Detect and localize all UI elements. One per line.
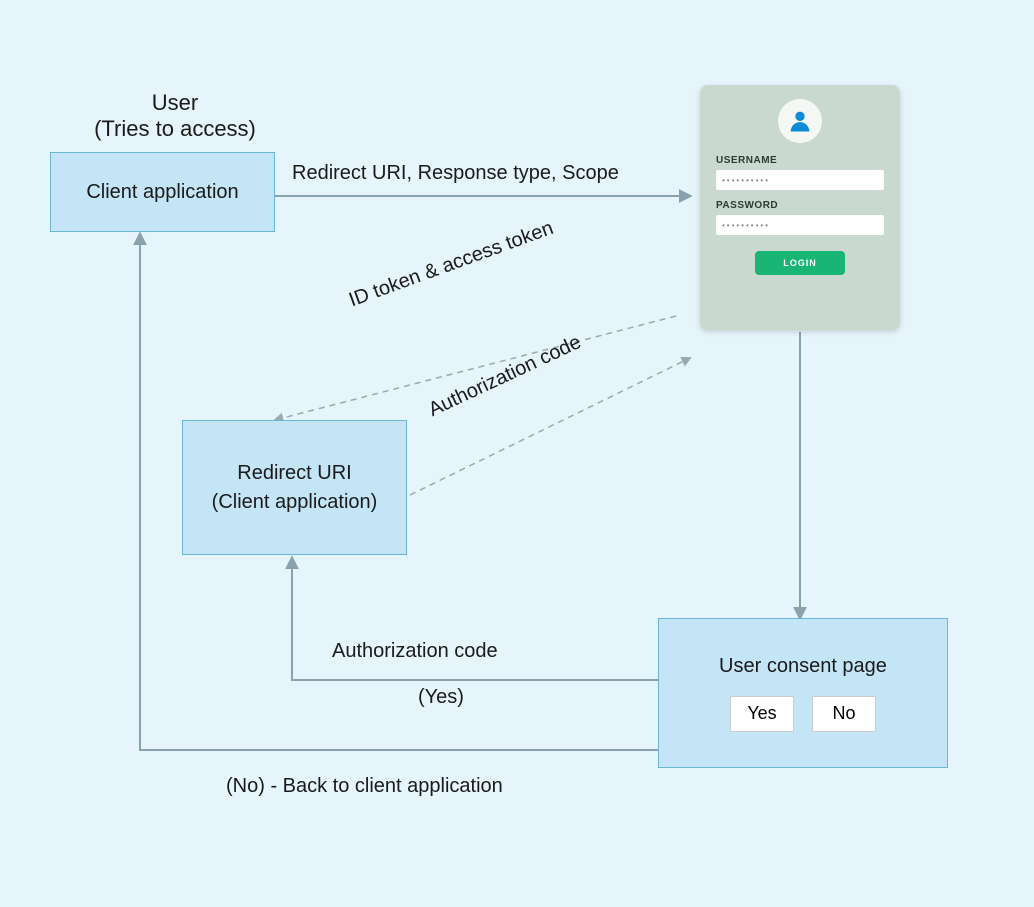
redirect-uri-line1: Redirect URI [237,462,351,485]
client-application-label: Client application [86,181,238,204]
user-label: User (Tries to access) [70,90,280,142]
login-form: USERNAME PASSWORD LOGIN [700,85,900,330]
consent-title: User consent page [719,655,887,678]
avatar-icon [778,99,822,143]
flow-auth-code-yes: Authorization code [332,640,498,663]
flow-id-token: ID token & access token [346,217,557,312]
consent-no-button[interactable]: No [812,696,876,732]
flow-yes-sub: (Yes) [418,686,464,709]
flow-redirect-request: Redirect URI, Response type, Scope [292,162,619,185]
consent-yes-button[interactable]: Yes [730,696,794,732]
login-button[interactable]: LOGIN [755,251,845,275]
user-label-line2: (Tries to access) [70,116,280,142]
password-input[interactable] [716,215,884,235]
redirect-uri-box: Redirect URI (Client application) [182,420,407,555]
username-label: USERNAME [716,155,777,166]
flow-no-back: (No) - Back to client application [226,775,503,798]
username-input[interactable] [716,170,884,190]
redirect-uri-line2: (Client application) [212,491,378,514]
client-application-box: Client application [50,152,275,232]
consent-page-box: User consent page Yes No [658,618,948,768]
flow-auth-code-up: Authorization code [425,331,585,422]
password-label: PASSWORD [716,200,778,211]
user-label-line1: User [70,90,280,116]
